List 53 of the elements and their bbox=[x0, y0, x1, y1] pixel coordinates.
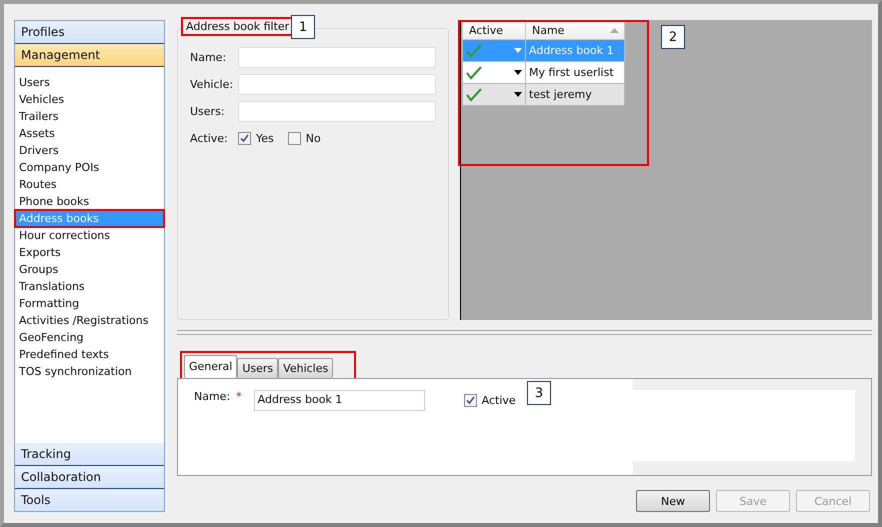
sidebar-item[interactable]: Company POIs bbox=[15, 159, 164, 176]
required-mark: * bbox=[236, 390, 242, 403]
sidebar-item[interactable]: Assets bbox=[15, 125, 164, 142]
checkbox-label: No bbox=[306, 132, 321, 144]
callout-number: 1 bbox=[291, 15, 315, 39]
field-label: Users: bbox=[190, 104, 226, 118]
input-field[interactable] bbox=[238, 74, 436, 94]
section-header[interactable]: Profiles bbox=[15, 21, 164, 44]
sidebar-item[interactable]: Drivers bbox=[15, 142, 164, 159]
sort-icon bbox=[610, 28, 619, 33]
checkbox-label: Yes bbox=[256, 132, 274, 144]
section-header[interactable]: Collaboration bbox=[15, 466, 164, 489]
sidebar-item[interactable]: Formatting bbox=[15, 295, 164, 312]
tab[interactable]: General bbox=[184, 354, 238, 378]
sidebar-item[interactable]: Users bbox=[15, 74, 164, 91]
sidebar-item[interactable]: Vehicles bbox=[15, 91, 164, 108]
input-field[interactable] bbox=[238, 100, 436, 122]
sidebar-item[interactable]: Translations bbox=[15, 278, 164, 295]
column-header[interactable]: Active bbox=[462, 22, 526, 40]
section-header[interactable]: Tools bbox=[15, 489, 164, 511]
sidebar-item[interactable]: Phone books bbox=[15, 193, 164, 210]
table-row[interactable]: test jeremy bbox=[462, 84, 624, 106]
dropdown-icon[interactable] bbox=[514, 92, 522, 97]
checkbox[interactable] bbox=[238, 132, 251, 144]
sidebar-item[interactable]: Exports bbox=[15, 244, 164, 261]
callout-number: 2 bbox=[661, 25, 685, 49]
action-button[interactable]: New bbox=[636, 490, 710, 512]
sidebar-item[interactable]: Predefined texts bbox=[15, 346, 164, 363]
sidebar-item[interactable]: Routes bbox=[15, 176, 164, 193]
dropdown-icon[interactable] bbox=[514, 70, 522, 75]
checkbox-label: Active bbox=[482, 394, 516, 407]
input-field[interactable] bbox=[238, 46, 436, 68]
column-header[interactable]: Name bbox=[526, 22, 624, 40]
checkbox[interactable] bbox=[288, 132, 301, 144]
field-label: Active: bbox=[190, 132, 229, 144]
sidebar-item[interactable]: Activities /Registrations bbox=[15, 312, 164, 329]
field-label: Vehicle: bbox=[190, 78, 234, 90]
sidebar-item[interactable]: TOS synchronization bbox=[15, 363, 164, 380]
table-cell: test jeremy bbox=[526, 84, 624, 106]
field-label: Name: bbox=[190, 50, 228, 64]
section-header[interactable]: Management bbox=[15, 44, 164, 67]
sidebar-item[interactable]: Groups bbox=[15, 261, 164, 278]
name-field[interactable]: Address book 1 bbox=[254, 390, 425, 411]
tab[interactable]: Vehicles bbox=[278, 358, 334, 378]
callout-number: 3 bbox=[527, 381, 551, 405]
sidebar-item[interactable]: Hour corrections bbox=[15, 227, 164, 244]
field-label: Name: bbox=[194, 390, 230, 403]
checkbox[interactable] bbox=[464, 394, 477, 407]
section-header[interactable]: Tracking bbox=[15, 443, 164, 466]
table-cell: Address book 1 bbox=[526, 40, 624, 62]
tab[interactable]: Users bbox=[237, 358, 278, 378]
sidebar-item[interactable]: GeoFencing bbox=[15, 329, 164, 346]
sidebar-item[interactable]: Trailers bbox=[15, 108, 164, 125]
